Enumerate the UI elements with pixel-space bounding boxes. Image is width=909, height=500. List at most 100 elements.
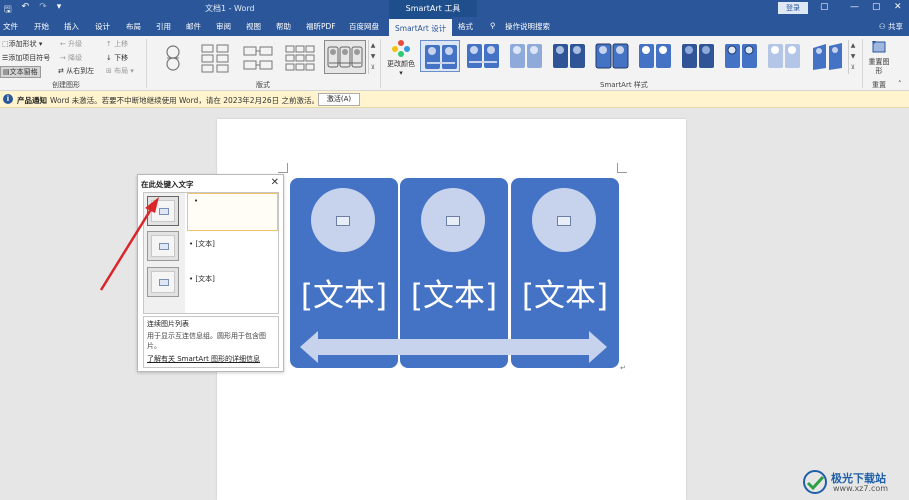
- smartart-text[interactable]: [文本]: [400, 270, 508, 315]
- promote-button[interactable]: ← 升级: [60, 39, 82, 49]
- tab-design[interactable]: 设计: [95, 21, 110, 32]
- reset-graphic-button[interactable]: 重置图形: [868, 39, 890, 76]
- layout-thumbnail-2[interactable]: [197, 40, 231, 74]
- style-thumbnail-2[interactable]: [463, 40, 503, 72]
- ribbon-display-options-icon[interactable]: ▢: [820, 2, 829, 12]
- collapse-ribbon-icon[interactable]: ˄: [898, 80, 902, 88]
- text-entry-1[interactable]: •: [187, 193, 278, 231]
- tab-review[interactable]: 审阅: [216, 21, 231, 32]
- add-bullet-button[interactable]: ☰添加项目符号: [2, 53, 50, 63]
- lightbulb-icon: ⚲: [490, 21, 496, 30]
- login-button[interactable]: 登录: [778, 2, 808, 14]
- smartart-styles-group-label: SmartArt 样式: [600, 81, 648, 89]
- reset-graphic-icon: [872, 41, 886, 53]
- tab-view[interactable]: 视图: [246, 21, 261, 32]
- demote-label: 降级: [68, 54, 83, 62]
- layouts-gallery-scroll[interactable]: ▲ ▼ ⊻: [368, 40, 377, 74]
- style-thumbnail-10[interactable]: [807, 40, 847, 72]
- move-down-label: 下移: [114, 54, 129, 62]
- text-entry-3[interactable]: • [文本]: [189, 274, 215, 284]
- text-entry-2[interactable]: • [文本]: [189, 239, 215, 249]
- style-thumbnail-5[interactable]: [592, 40, 632, 72]
- tell-me-search[interactable]: 操作说明搜索: [505, 21, 550, 32]
- watermark-url: www.xz7.com: [833, 484, 889, 493]
- tab-format[interactable]: 格式: [458, 21, 473, 32]
- margin-corner-mark: [617, 163, 627, 173]
- style-thumbnail-6[interactable]: [635, 40, 675, 72]
- layout-thumbnail-3-graphic: [243, 46, 273, 70]
- maximize-icon[interactable]: ▢: [872, 2, 881, 12]
- text-entry-2-value: [文本]: [195, 240, 215, 248]
- style-thumbnail-9[interactable]: [764, 40, 804, 72]
- paragraph-mark-icon: ↵: [620, 364, 626, 372]
- save-icon[interactable]: 🖫: [4, 2, 12, 18]
- learn-more-link[interactable]: 了解有关 SmartArt 图形的详细信息: [147, 354, 275, 364]
- product-notification-bar: i 产品通知 Word 未激活。若要不中断地继续使用 Word，请在 2023年…: [0, 91, 909, 108]
- undo-icon[interactable]: ↶: [22, 2, 30, 18]
- ribbon-separator: [862, 39, 863, 88]
- layout-button[interactable]: ⊞ 布局 ▾: [106, 66, 134, 76]
- style-thumbnail-graphic: [725, 44, 757, 68]
- layout-thumbnail-4[interactable]: [282, 40, 316, 74]
- style-thumbnail-4[interactable]: [549, 40, 589, 72]
- text-entry-3-value: [文本]: [195, 275, 215, 283]
- double-arrow-shape[interactable]: [300, 329, 607, 365]
- smartart-text[interactable]: [文本]: [511, 270, 619, 315]
- person-icon: ⚇: [878, 22, 888, 31]
- redo-icon[interactable]: ↷: [39, 2, 47, 18]
- tab-help[interactable]: 帮助: [276, 21, 291, 32]
- reset-group-label: 重置: [872, 81, 886, 89]
- style-thumbnail-7[interactable]: [678, 40, 718, 72]
- margin-corner-mark: [278, 163, 288, 173]
- layout-thumbnail-1[interactable]: [155, 40, 189, 74]
- layout-thumbnail-continuous-picture-list[interactable]: [324, 40, 366, 74]
- style-thumbnail-8[interactable]: [721, 40, 761, 72]
- create-graphic-group-label: 创建图形: [52, 81, 80, 89]
- share-button[interactable]: ⚇ 共享: [879, 21, 903, 32]
- styles-gallery-scroll[interactable]: ▲ ▼ ⊻: [848, 40, 857, 74]
- tab-mailings[interactable]: 邮件: [186, 21, 201, 32]
- right-to-left-label: 从右到左: [66, 67, 95, 75]
- picture-placeholder-circle[interactable]: [311, 188, 375, 252]
- picture-placeholder-circle[interactable]: [532, 188, 596, 252]
- tab-layout[interactable]: 布局: [126, 21, 141, 32]
- tab-baidu-netdisk[interactable]: 百度网盘: [349, 21, 379, 32]
- tab-file[interactable]: 文件: [3, 21, 18, 32]
- change-colors-button[interactable]: 更改颜色 ▾: [386, 39, 416, 77]
- add-shape-icon: ⬚: [2, 40, 9, 48]
- add-shape-button[interactable]: ⬚添加形状 ▾: [2, 39, 42, 49]
- arrow-right-icon: →: [60, 54, 69, 62]
- layout-description-text: 用于显示互连信息组。圆形用于包含图片。: [147, 332, 266, 350]
- picture-icon: [557, 216, 571, 226]
- arrow-down-icon: ↓: [106, 54, 115, 62]
- picture-placeholder-circle[interactable]: [421, 188, 485, 252]
- text-pane-label: 文本窗格: [9, 68, 38, 76]
- style-thumbnail-graphic: [595, 43, 629, 69]
- style-thumbnail-3[interactable]: [506, 40, 546, 72]
- move-up-button[interactable]: ↑ 上移: [106, 39, 128, 49]
- right-to-left-button[interactable]: ⇄ 从右到左: [58, 66, 94, 76]
- share-label: 共享: [888, 22, 903, 31]
- move-down-button[interactable]: ↓ 下移: [106, 53, 128, 63]
- minimize-icon[interactable]: —: [850, 2, 859, 12]
- demote-button[interactable]: → 降级: [60, 53, 82, 63]
- tab-smartart-design[interactable]: SmartArt 设计: [389, 17, 453, 36]
- smartart-text[interactable]: [文本]: [290, 270, 398, 315]
- customize-qat-icon[interactable]: ▾: [57, 2, 62, 18]
- close-icon[interactable]: ✕: [271, 177, 279, 188]
- tab-foxit-pdf[interactable]: 福昕PDF: [306, 21, 336, 32]
- style-thumbnail-graphic: [510, 44, 542, 68]
- tab-home[interactable]: 开始: [34, 21, 49, 32]
- style-thumbnail-1[interactable]: [420, 40, 460, 72]
- style-thumbnail-graphic: [467, 44, 499, 68]
- layout-label: 布局: [114, 67, 129, 75]
- ribbon-tabs: 文件 开始 插入 设计 布局 引用 邮件 审阅 视图 帮助 福昕PDF 百度网盘…: [0, 17, 909, 36]
- tab-references[interactable]: 引用: [156, 21, 171, 32]
- notification-message: Word 未激活。若要不中断地继续使用 Word，请在 2023年2月26日 之…: [50, 96, 319, 105]
- activate-button[interactable]: 激活(A): [318, 93, 360, 106]
- layout-thumbnail-3[interactable]: [240, 40, 274, 74]
- close-window-icon[interactable]: ✕: [894, 2, 902, 12]
- tab-insert[interactable]: 插入: [64, 21, 79, 32]
- ribbon-separator: [380, 39, 381, 88]
- text-pane-button[interactable]: ▤文本窗格: [0, 66, 41, 78]
